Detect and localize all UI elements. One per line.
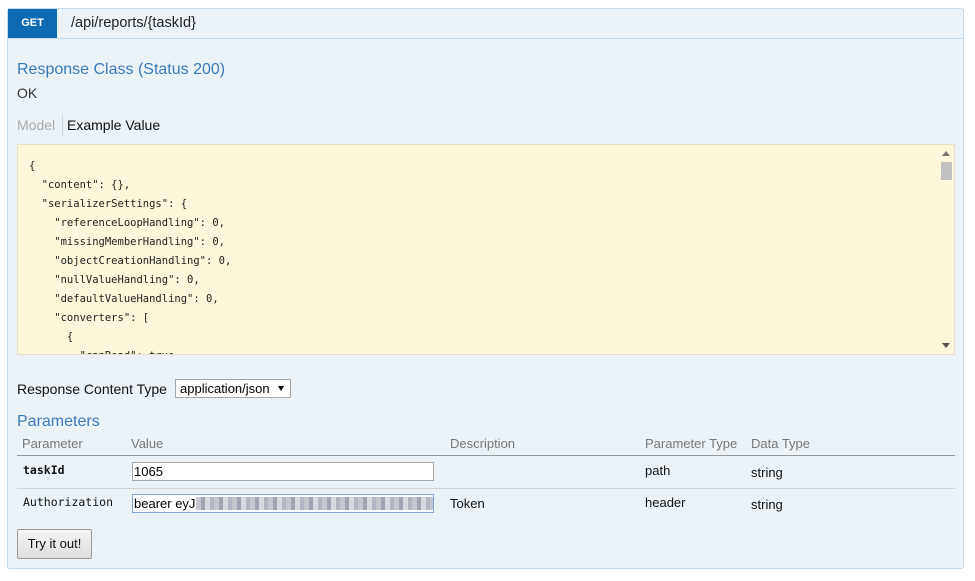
column-header-description: Description: [450, 436, 516, 451]
scroll-down-arrow-icon[interactable]: [942, 343, 950, 348]
code-line: {: [29, 331, 74, 343]
code-line: "objectCreationHandling": 0,: [29, 255, 232, 267]
code-line: "missingMemberHandling": 0,: [29, 236, 225, 248]
code-line: "defaultValueHandling": 0,: [29, 293, 219, 305]
code-scrollbar[interactable]: [939, 146, 953, 353]
taskid-input[interactable]: 1065: [132, 462, 434, 481]
code-line: "content": {},: [29, 179, 131, 191]
row-divider: [17, 488, 955, 489]
param-name-authorization: Authorization: [23, 495, 114, 509]
response-status-text: OK: [17, 85, 38, 101]
response-content-type-label: Response Content Type: [17, 381, 167, 397]
example-json-text: { "content": {}, "serializerSettings": {…: [29, 157, 232, 354]
code-line: "converters": [: [29, 312, 150, 324]
operation-panel: GET /api/reports/{taskId} Response Class…: [7, 8, 964, 569]
response-class-title: Response Class (Status 200): [17, 61, 226, 78]
try-it-out-button[interactable]: Try it out!: [17, 529, 92, 559]
operation-heading[interactable]: GET /api/reports/{taskId}: [8, 9, 963, 39]
code-line: "nullValueHandling": 0,: [29, 274, 200, 286]
column-header-parameter-type: Parameter Type: [645, 436, 738, 451]
parameters-title: Parameters: [17, 413, 100, 430]
endpoint-path[interactable]: /api/reports/{taskId}: [71, 9, 196, 37]
tab-example-value[interactable]: Example Value: [67, 117, 160, 133]
column-header-data-type: Data Type: [751, 436, 811, 451]
response-content-type-select[interactable]: application/json: [175, 379, 291, 398]
authorization-input[interactable]: bearer eyJ: [132, 494, 434, 513]
table-header-divider: [17, 455, 955, 456]
param-type-path: path: [645, 463, 671, 478]
example-value-code-box[interactable]: { "content": {}, "serializerSettings": {…: [17, 144, 955, 355]
code-line: "referenceLoopHandling": 0,: [29, 217, 225, 229]
column-header-parameter: Parameter: [22, 436, 83, 451]
param-description-token: Token: [450, 496, 485, 511]
param-name-taskid: taskId: [23, 463, 65, 477]
dropdown-arrow-icon: [278, 386, 284, 391]
data-type-string: string: [751, 497, 783, 512]
data-type-string: string: [751, 465, 783, 480]
authorization-value-text: bearer eyJ: [134, 496, 196, 511]
redacted-token-blur: [196, 497, 433, 510]
param-type-header: header: [645, 495, 686, 510]
selected-content-type: application/json: [180, 381, 270, 396]
scrollbar-thumb[interactable]: [941, 162, 952, 180]
tab-divider: [62, 115, 63, 137]
code-line: {: [29, 160, 36, 172]
code-line: "canRead": true,: [29, 347, 231, 354]
column-header-value: Value: [131, 436, 164, 451]
scroll-up-arrow-icon[interactable]: [942, 151, 950, 156]
code-line: "serializerSettings": {: [29, 198, 188, 210]
http-method-badge[interactable]: GET: [8, 9, 57, 38]
tab-model[interactable]: Model: [17, 117, 55, 133]
